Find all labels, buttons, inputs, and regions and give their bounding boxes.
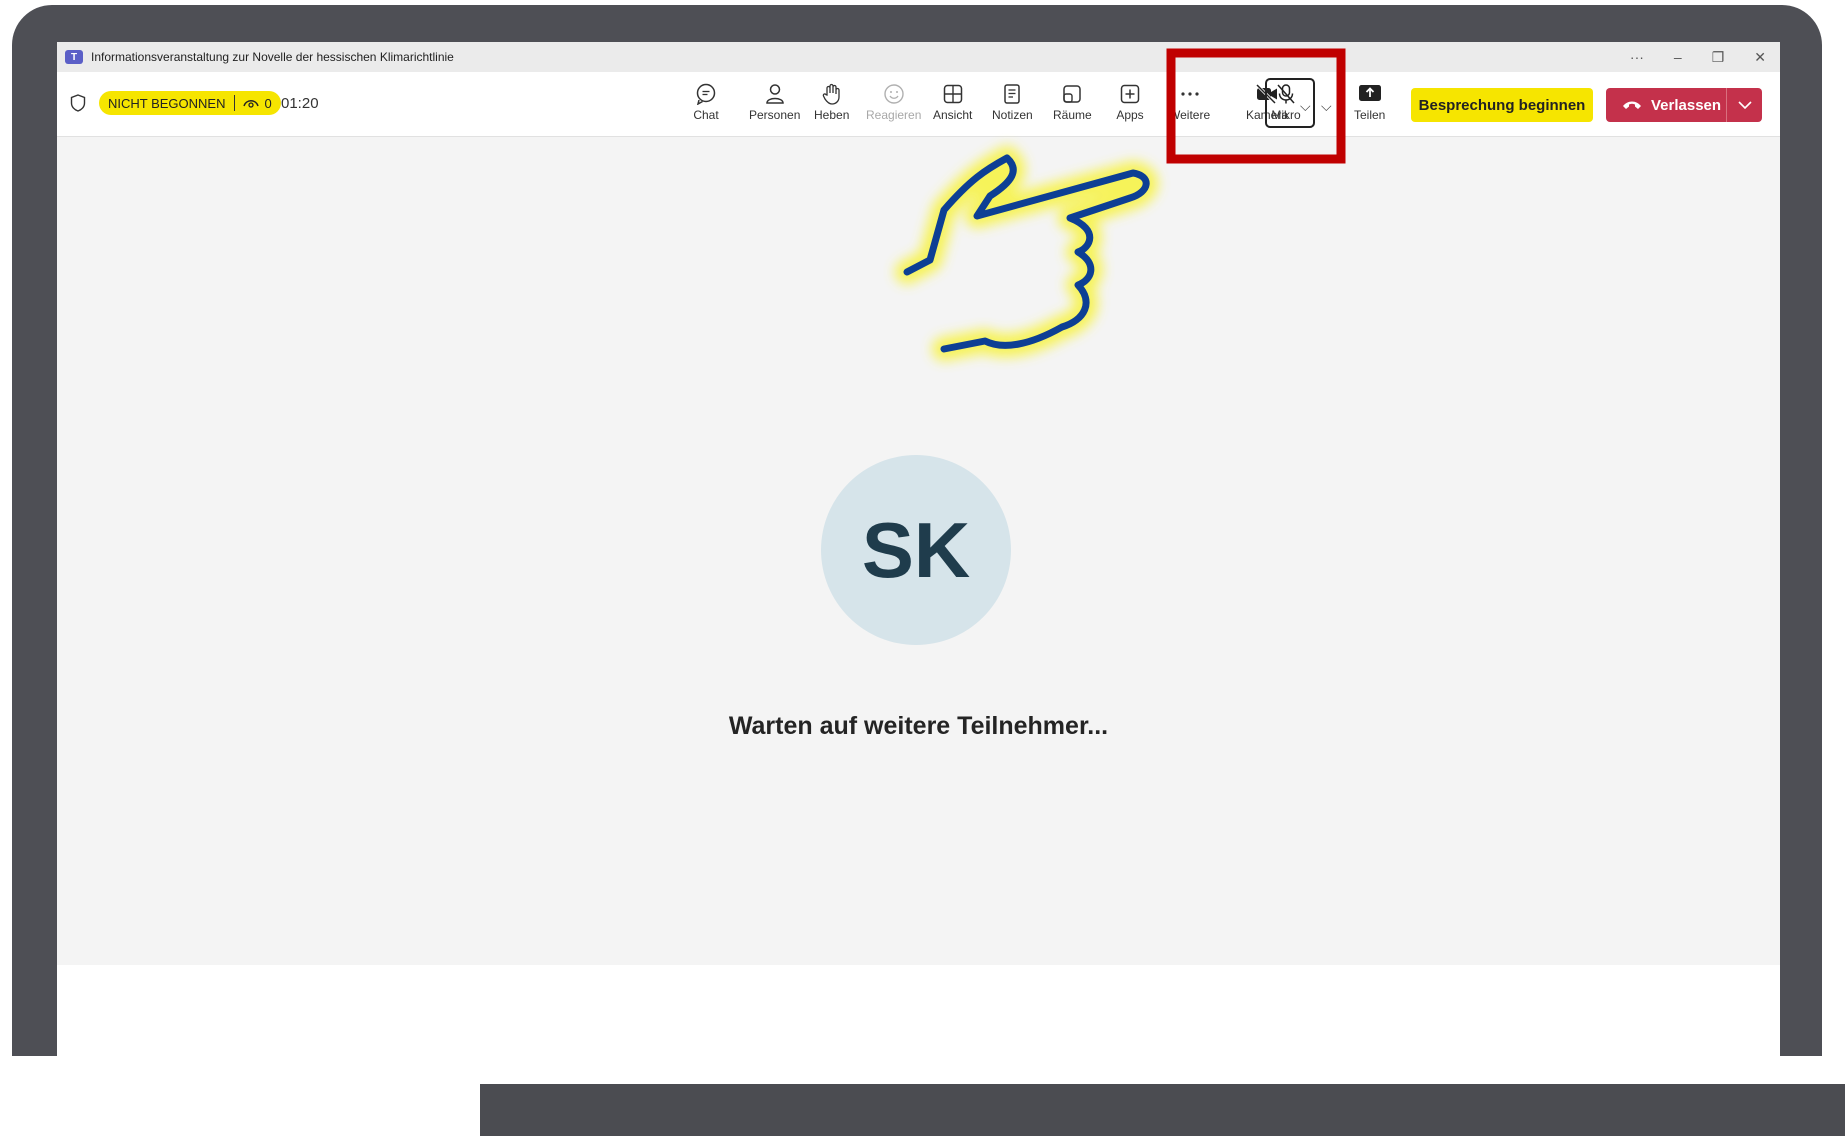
mic-label: Mikro bbox=[1271, 108, 1301, 122]
status-badge: NICHT BEGONNEN 0 bbox=[99, 91, 281, 115]
mic-options-chevron-icon[interactable]: ⌵ bbox=[1321, 98, 1332, 115]
chat-label: Chat bbox=[693, 108, 719, 122]
chat-button[interactable]: Chat bbox=[691, 82, 721, 128]
window-title: Informationsveranstaltung zur Novelle de… bbox=[91, 50, 454, 64]
apps-label: Apps bbox=[1116, 108, 1144, 122]
people-button[interactable]: Personen bbox=[749, 82, 800, 128]
more-button[interactable]: Weitere bbox=[1169, 82, 1210, 128]
view-label: Ansicht bbox=[933, 108, 973, 122]
add-app-icon bbox=[1115, 82, 1145, 106]
teams-logo-icon: T bbox=[65, 50, 83, 64]
waiting-message: Warten auf weitere Teilnehmer... bbox=[728, 712, 1109, 740]
share-icon bbox=[1355, 82, 1385, 106]
more-label: Weitere bbox=[1169, 108, 1211, 122]
more-options-icon[interactable]: ··· bbox=[1630, 49, 1644, 65]
avatar: SK bbox=[821, 455, 1011, 645]
leave-options-button[interactable] bbox=[1727, 101, 1762, 109]
rooms-label: Räume bbox=[1053, 108, 1092, 122]
react-button[interactable]: Reagieren bbox=[866, 82, 921, 128]
ellipsis-icon bbox=[1175, 82, 1205, 106]
rooms-icon bbox=[1057, 82, 1087, 106]
restore-icon[interactable]: ❐ bbox=[1712, 49, 1725, 66]
view-button[interactable]: Ansicht bbox=[933, 82, 972, 128]
react-label: Reagieren bbox=[866, 108, 922, 122]
title-bar: T Informationsveranstaltung zur Novelle … bbox=[57, 42, 1780, 72]
meeting-stage: SK Warten auf weitere Teilnehmer... bbox=[57, 137, 1780, 965]
window-controls: ··· – ❐ ✕ bbox=[1630, 42, 1766, 72]
viewer-count: 0 bbox=[264, 95, 272, 111]
raise-hand-label: Heben bbox=[814, 108, 850, 122]
grid-icon bbox=[938, 82, 968, 106]
share-button[interactable]: Teilen bbox=[1354, 82, 1385, 128]
people-icon bbox=[760, 82, 790, 106]
notes-button[interactable]: Notizen bbox=[992, 82, 1033, 128]
leave-button-group: Verlassen bbox=[1606, 88, 1762, 122]
mic-off-icon bbox=[1271, 82, 1301, 106]
raise-hand-button[interactable]: Heben bbox=[814, 82, 849, 128]
minimize-icon[interactable]: – bbox=[1674, 49, 1682, 65]
start-meeting-button[interactable]: Besprechung beginnen bbox=[1411, 88, 1593, 122]
leave-button[interactable]: Verlassen bbox=[1606, 88, 1726, 122]
share-label: Teilen bbox=[1354, 108, 1386, 122]
close-icon[interactable]: ✕ bbox=[1754, 49, 1766, 66]
leave-label: Verlassen bbox=[1651, 96, 1722, 114]
people-label: Personen bbox=[749, 108, 801, 122]
meeting-timer: 01:20 bbox=[281, 95, 319, 112]
mic-button[interactable]: Mikro bbox=[1271, 82, 1301, 128]
teams-window: T Informationsveranstaltung zur Novelle … bbox=[57, 42, 1780, 1084]
notes-label: Notizen bbox=[992, 108, 1033, 122]
viewer-icon bbox=[242, 96, 259, 111]
shield-icon[interactable] bbox=[70, 94, 86, 112]
apps-button[interactable]: Apps bbox=[1115, 82, 1145, 128]
notes-icon bbox=[997, 82, 1027, 106]
emoji-icon bbox=[879, 82, 909, 106]
hangup-icon bbox=[1623, 101, 1641, 109]
hand-icon bbox=[817, 82, 847, 106]
badge-divider bbox=[233, 95, 235, 111]
laptop-base bbox=[480, 1084, 1845, 1136]
meeting-toolbar: NICHT BEGONNEN 0 01:20 Chat Personen Heb… bbox=[57, 72, 1780, 137]
status-badge-label: NICHT BEGONNEN bbox=[108, 95, 226, 111]
rooms-button[interactable]: Räume bbox=[1053, 82, 1092, 128]
chat-icon bbox=[691, 82, 721, 106]
chevron-down-icon bbox=[1737, 101, 1752, 109]
